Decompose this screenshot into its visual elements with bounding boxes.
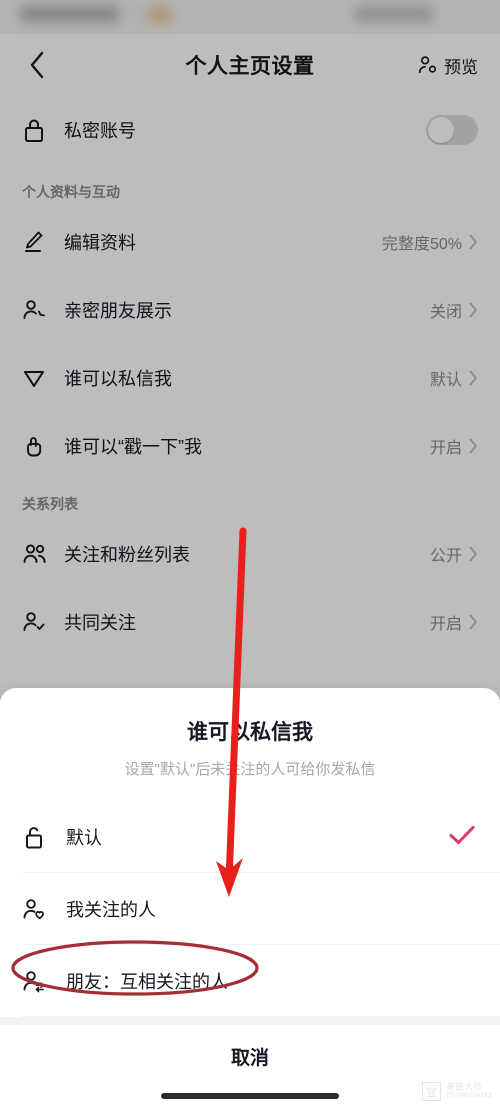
lock-icon (22, 117, 52, 143)
navigation-bar: 个人主页设置 预览 (0, 34, 500, 96)
watermark-text: 美篇大师 ID:68666043 (446, 1082, 492, 1101)
unlock-icon (22, 824, 52, 850)
row-right: 开启 (430, 434, 478, 458)
sheet-title: 谁可以私信我 (187, 721, 313, 744)
person-exchange-icon (22, 968, 52, 994)
row-right: 默认 (430, 366, 478, 390)
chevron-right-icon (469, 614, 477, 630)
person-icon (418, 56, 437, 74)
row-close-friends[interactable]: 亲密朋友展示 关闭 (0, 276, 500, 344)
back-button[interactable] (22, 50, 52, 80)
preview-button[interactable]: 预览 (416, 53, 478, 78)
option-label: 朋友：互相关注的人 (66, 972, 228, 992)
section-heading-profile: 个人资料与互动 (0, 168, 500, 208)
sheet-divider (0, 1017, 500, 1025)
row-edit-profile[interactable]: 编辑资料 完整度50% (0, 208, 500, 276)
phone-screen: 个人主页设置 预览 私密账号 个人资料与互动 编辑资料 完整度50% 亲密朋友展… (0, 0, 500, 1111)
bottom-sheet: 谁可以私信我 设置"默认"后未关注的人可给你发私信 默认 我关注的人 朋友：互相… (0, 688, 500, 1111)
row-label: 谁可以“戳一下”我 (64, 437, 202, 457)
row-right: 关闭 (430, 298, 478, 322)
row-mutual-follows[interactable]: 共同关注 开启 (0, 588, 500, 656)
selected-check (446, 822, 478, 853)
watermark-logo: 宜 (422, 1082, 442, 1101)
option-friends-mutual[interactable]: 朋友：互相关注的人 (0, 945, 500, 1017)
chevron-right-icon (469, 302, 477, 318)
chevron-right-icon (469, 546, 477, 562)
row-right: 开启 (430, 610, 478, 634)
option-label: 默认 (66, 828, 102, 848)
row-label: 谁可以私信我 (64, 369, 172, 389)
row-label: 编辑资料 (64, 233, 136, 253)
hand-tap-icon (22, 433, 52, 459)
option-label: 我关注的人 (66, 900, 156, 920)
option-default[interactable]: 默认 (0, 801, 500, 873)
person-add-icon (22, 297, 52, 323)
home-indicator (161, 1093, 339, 1099)
row-private-account[interactable]: 私密账号 (0, 96, 500, 164)
cancel-label: 取消 (230, 1047, 269, 1069)
status-bar-blurred-icon (150, 7, 172, 23)
watermark: 宜 美篇大师 ID:68666043 (422, 1082, 492, 1101)
sheet-subtitle: 设置"默认"后未关注的人可给你发私信 (124, 761, 376, 778)
chevron-right-icon (469, 234, 477, 250)
row-right (426, 115, 478, 145)
row-right: 公开 (430, 542, 478, 566)
paper-plane-icon (22, 365, 52, 391)
row-label: 关注和粉丝列表 (64, 545, 190, 565)
person-check-icon (22, 609, 52, 635)
pencil-icon (22, 229, 52, 255)
section-heading-relations: 关系列表 (0, 480, 500, 520)
chevron-left-icon (30, 51, 44, 79)
cancel-button[interactable]: 取消 (0, 1025, 500, 1087)
row-value: 开启 (429, 616, 462, 633)
row-label: 亲密朋友展示 (64, 301, 172, 321)
status-bar-blurred-right (355, 7, 433, 21)
row-label: 共同关注 (64, 613, 136, 633)
option-separator (22, 1016, 500, 1017)
toggle-knob (428, 117, 454, 143)
preview-label: 预览 (444, 57, 478, 77)
people-icon (22, 541, 52, 567)
row-who-can-poke[interactable]: 谁可以“戳一下”我 开启 (0, 412, 500, 480)
row-value: 默认 (429, 372, 462, 389)
option-people-i-follow[interactable]: 我关注的人 (0, 873, 500, 945)
chevron-right-icon (469, 370, 477, 386)
row-who-can-dm[interactable]: 谁可以私信我 默认 (0, 344, 500, 412)
status-bar (0, 0, 500, 34)
row-right: 完整度50% (382, 230, 478, 254)
row-value: 公开 (429, 548, 462, 565)
row-value: 关闭 (429, 304, 462, 321)
private-account-toggle[interactable] (426, 115, 478, 145)
watermark-id: ID:68666043 (446, 1091, 492, 1101)
row-following-followers[interactable]: 关注和粉丝列表 公开 (0, 520, 500, 588)
person-heart-icon (22, 896, 52, 922)
chevron-right-icon (469, 438, 477, 454)
settings-page: 个人主页设置 预览 私密账号 个人资料与互动 编辑资料 完整度50% 亲密朋友展… (0, 0, 500, 700)
check-icon (449, 825, 475, 844)
status-bar-blurred-left (20, 6, 120, 22)
row-label: 私密账号 (64, 121, 136, 141)
row-value: 开启 (429, 440, 462, 457)
row-value: 完整度50% (381, 236, 462, 253)
